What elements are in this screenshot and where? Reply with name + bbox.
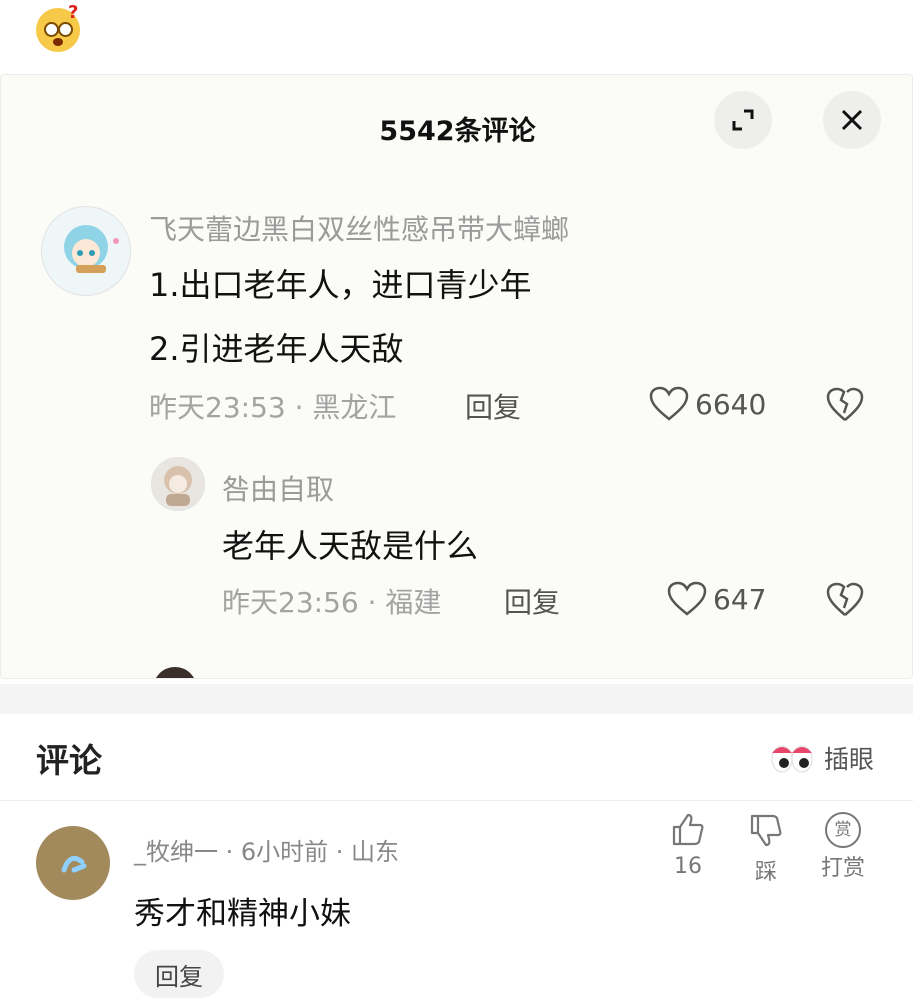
- section-title: 评论: [36, 741, 102, 780]
- avatar[interactable]: [36, 826, 110, 900]
- section-divider: [0, 684, 913, 714]
- close-button[interactable]: [823, 91, 881, 149]
- avatar[interactable]: [41, 206, 131, 296]
- thinking-emoji-icon: ?: [36, 2, 80, 52]
- heart-icon: [649, 386, 689, 421]
- insert-eye-button[interactable]: 插眼: [770, 740, 874, 776]
- avatar[interactable]: [153, 667, 197, 678]
- comment-meta: _牧绅一 · 6小时前 · 山东: [134, 838, 400, 866]
- broken-heart-icon: [826, 582, 864, 616]
- close-icon: [841, 109, 863, 131]
- divider-line: [0, 800, 913, 801]
- reward-button[interactable]: 赏 打赏: [813, 812, 873, 882]
- dislike-label: 踩: [754, 860, 777, 885]
- reward-label: 打赏: [820, 856, 865, 881]
- like-button[interactable]: 647: [667, 581, 766, 617]
- comment-username[interactable]: 咎由自取: [222, 468, 334, 508]
- top-bar: [0, 0, 913, 72]
- doll-avatar-icon: [164, 466, 192, 506]
- comment-meta: 昨天23:56 · 福建: [222, 586, 442, 619]
- avatar[interactable]: [151, 457, 205, 511]
- comment-username[interactable]: 飞天蕾边黑白双丝性感吊带大蟑螂: [149, 208, 569, 248]
- insert-eye-label: 插眼: [824, 745, 875, 774]
- heart-icon: [667, 581, 707, 616]
- like-button[interactable]: 6640: [649, 386, 766, 422]
- comment-text: 秀才和精神小妹: [134, 896, 351, 932]
- panel-title: 5542条评论: [379, 116, 536, 147]
- thumbs-up-icon: [672, 813, 704, 846]
- dislike-button[interactable]: 踩: [736, 812, 796, 886]
- like-count: 16: [674, 854, 702, 879]
- anime-avatar-icon: [64, 225, 119, 273]
- comment-text: 老年人天敌是什么: [222, 527, 479, 565]
- dislike-button[interactable]: [826, 387, 864, 427]
- thumbs-down-icon: [750, 814, 782, 847]
- comments-panel: 5542条评论 飞天蕾边黑白双丝性感吊带大蟑螂 1.出口老年人，进口青少年 2.…: [0, 74, 913, 679]
- reply-button[interactable]: 回复: [134, 950, 224, 998]
- comment-text: 2.引进老年人天敌: [149, 330, 404, 368]
- like-count: 6640: [695, 387, 767, 421]
- eyes-icon: [771, 745, 813, 773]
- reply-button[interactable]: 回复: [504, 581, 560, 621]
- logo-avatar-icon: [61, 855, 87, 873]
- like-count: 647: [713, 582, 767, 616]
- dislike-button[interactable]: [826, 582, 864, 622]
- reward-icon: 赏: [825, 812, 861, 848]
- comment-meta: 昨天23:53 · 黑龙江: [149, 391, 397, 424]
- comment-text: 1.出口老年人，进口青少年: [149, 266, 532, 304]
- reply-button[interactable]: 回复: [465, 386, 521, 426]
- expand-button[interactable]: [714, 91, 772, 149]
- broken-heart-icon: [826, 387, 864, 421]
- expand-icon: [732, 109, 754, 131]
- like-button[interactable]: 16: [658, 812, 718, 879]
